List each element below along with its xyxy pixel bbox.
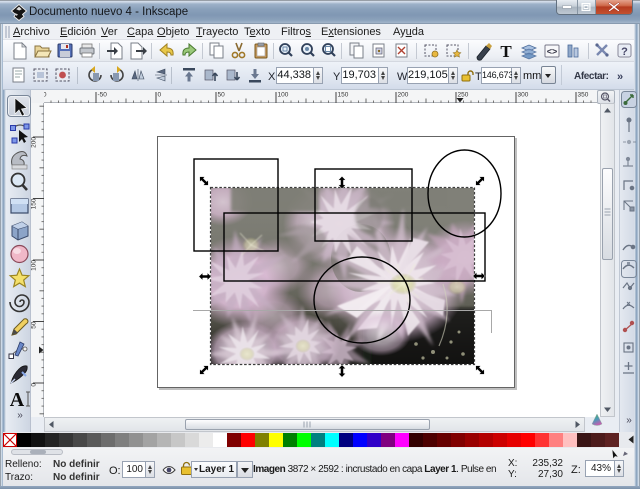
svg-text:0: 0 [31, 383, 38, 387]
svg-text:<>: <> [547, 47, 558, 57]
svg-text:150: 150 [31, 198, 38, 209]
svg-text:100: 100 [278, 92, 289, 99]
svg-text:?: ? [621, 46, 628, 58]
svg-text:50: 50 [218, 92, 226, 99]
svg-text:A: A [10, 389, 25, 411]
svg-text:200: 200 [31, 137, 38, 148]
svg-text:350: 350 [578, 92, 589, 99]
svg-text:300: 300 [518, 92, 529, 99]
svg-text:50: 50 [31, 321, 38, 329]
svg-text:»: » [17, 410, 23, 421]
svg-text:»: » [626, 415, 632, 426]
svg-text:0: 0 [158, 92, 162, 99]
svg-text:-50: -50 [98, 92, 108, 99]
svg-text:100: 100 [31, 260, 38, 271]
svg-text:T: T [500, 42, 512, 61]
svg-text:250: 250 [458, 92, 469, 99]
svg-text:-100: -100 [44, 92, 47, 99]
svg-text:150: 150 [338, 92, 349, 99]
svg-text:200: 200 [398, 92, 409, 99]
